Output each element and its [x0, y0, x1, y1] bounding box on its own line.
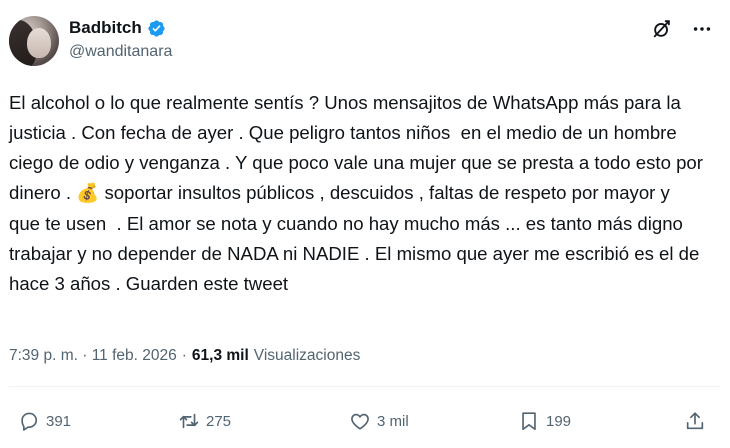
author-name-row: Badbitch	[69, 17, 166, 39]
heart-icon	[351, 413, 369, 430]
tweet-top-actions	[651, 18, 713, 40]
repost-button[interactable]: 275	[178, 405, 231, 437]
grok-icon[interactable]	[651, 18, 673, 40]
money-bag-emoji: 💰	[76, 183, 100, 204]
tweet-meta: 7:39 p. m. · 11 feb. 2026 · 61,3 mil Vis…	[9, 344, 360, 368]
tweet-text-part-2: soportar insultos públicos , descuidos ,…	[9, 182, 705, 294]
bookmark-count: 199	[546, 412, 572, 430]
views-label: Visualizaciones	[253, 347, 361, 364]
avatar[interactable]	[9, 16, 59, 66]
author-handle[interactable]: @wanditanara	[69, 43, 172, 61]
share-icon	[686, 412, 704, 430]
bookmark-icon	[522, 412, 536, 431]
reply-count: 391	[46, 412, 72, 430]
author-display-name[interactable]: Badbitch	[69, 18, 142, 38]
tweet-card: Badbitch @wanditanara El alcohol o lo qu…	[0, 0, 730, 448]
repost-count: 275	[206, 412, 232, 430]
tweet-text: El alcohol o lo que realmente sentís ? U…	[9, 88, 709, 299]
verified-badge-icon[interactable]	[147, 19, 166, 38]
tweet-actions-bar: 391 275 3 mil 199	[0, 405, 730, 437]
share-button[interactable]	[684, 405, 706, 437]
tweet-timestamp[interactable]: 7:39 p. m. · 11 feb. 2026	[9, 347, 177, 365]
like-count: 3 mil	[377, 412, 409, 430]
more-options-icon[interactable]	[691, 18, 713, 40]
divider	[9, 386, 721, 387]
views-count[interactable]: 61,3 mil	[192, 347, 249, 365]
reply-icon	[21, 412, 38, 431]
avatar-face	[27, 28, 51, 58]
reply-button[interactable]: 391	[18, 405, 71, 437]
like-button[interactable]: 3 mil	[349, 405, 409, 437]
repost-icon	[179, 413, 199, 429]
meta-separator: ·	[181, 347, 187, 364]
bookmark-button[interactable]: 199	[518, 405, 571, 437]
